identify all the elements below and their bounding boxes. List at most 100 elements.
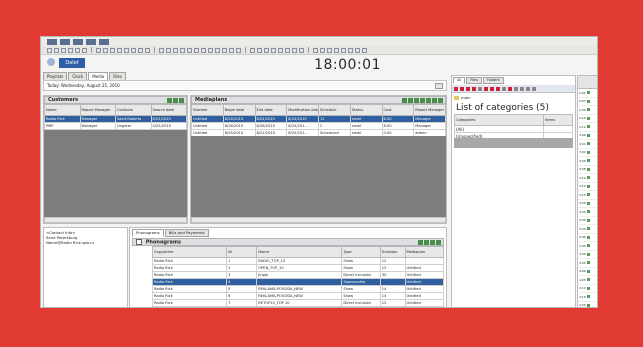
toolbar-button-icon[interactable] xyxy=(271,47,276,53)
column-header[interactable]: End date xyxy=(254,104,288,116)
list-item[interactable]: 3:50 xyxy=(578,251,597,259)
refresh-icon[interactable] xyxy=(438,98,443,103)
menu-item[interactable] xyxy=(47,38,57,45)
table-row[interactable]: Radio Rick 4 Sponsorship Untitled xyxy=(151,278,445,286)
menu-item[interactable] xyxy=(86,38,96,45)
column-header[interactable]: Name xyxy=(256,246,343,258)
toolbar-button-icon[interactable] xyxy=(194,47,199,53)
list-item[interactable]: 4:15 xyxy=(578,293,597,302)
toolbar-button-icon[interactable] xyxy=(341,47,346,53)
category-toolbar-icon[interactable] xyxy=(514,86,518,91)
category-toolbar-icon[interactable] xyxy=(502,86,506,91)
column-header[interactable]: Copywriter xyxy=(151,246,228,258)
tab-all[interactable]: All xyxy=(453,77,466,84)
add-customer-icon[interactable] xyxy=(167,98,172,103)
column-header[interactable]: Search date xyxy=(150,104,187,116)
toolbar-button-icon[interactable] xyxy=(75,47,80,53)
list-item[interactable]: 4:10 xyxy=(578,285,597,293)
toolbar-button-icon[interactable] xyxy=(222,47,227,53)
toolbar-button-icon[interactable] xyxy=(208,47,213,53)
category-toolbar-icon[interactable] xyxy=(478,86,482,91)
column-header[interactable]: Categories xyxy=(453,114,545,126)
list-item[interactable]: 4:05 xyxy=(578,276,597,285)
column-header[interactable]: Contacts xyxy=(115,104,152,116)
table-row[interactable]: Radio Rick 7 RETOP10_TOP 10 Direct inclusio… xyxy=(151,299,445,307)
toolbar-button-icon[interactable] xyxy=(355,47,360,53)
tab-folders[interactable]: Folders xyxy=(483,77,504,84)
toolbar-button-icon[interactable] xyxy=(362,47,367,53)
table-row[interactable]: Untitled 8/24/2010 8/24/2010 8/24/2010 1… xyxy=(191,115,446,123)
category-toolbar-icon[interactable] xyxy=(472,86,476,91)
delete-customer-icon[interactable] xyxy=(179,98,184,103)
list-item[interactable]: 3:35 xyxy=(578,225,597,234)
list-item[interactable]: 2:07 xyxy=(578,98,597,106)
tab-bills-and-payments[interactable]: Bills and Payments xyxy=(164,229,209,237)
list-item[interactable]: 3:45 xyxy=(578,242,597,251)
category-toolbar-icon[interactable] xyxy=(454,86,458,91)
toolbar-button-icon[interactable] xyxy=(257,47,262,53)
toolbar-button-icon[interactable] xyxy=(131,47,136,53)
table-row[interactable]: Radio Rick 2 OPEN_TOP_10 Show 12 Untitled xyxy=(151,264,445,272)
toolbar-button-icon[interactable] xyxy=(236,47,241,53)
table-row[interactable]: Radio Rick Manager Saint Roberts 8/25/20… xyxy=(44,115,187,123)
list-item[interactable]: 3:08 xyxy=(578,166,597,174)
add-phonogram-icon[interactable] xyxy=(418,240,423,245)
category-toolbar-icon[interactable] xyxy=(460,86,464,91)
menu-item[interactable] xyxy=(60,38,70,45)
column-header[interactable]: Status xyxy=(349,104,383,116)
toolbar-button-icon[interactable] xyxy=(54,47,59,53)
column-header[interactable]: Number xyxy=(191,104,224,116)
table-row[interactable]: Untitled 8/26/2010 8/26/2010 8/25/201...… xyxy=(191,122,446,130)
horizontal-scrollbar[interactable] xyxy=(44,217,187,223)
toolbar-button-icon[interactable] xyxy=(292,47,297,53)
toolbar-button-icon[interactable] xyxy=(250,47,255,53)
toolbar-button-icon[interactable] xyxy=(264,47,269,53)
table-row[interactable]: (All) xyxy=(453,125,573,133)
menu-item[interactable] xyxy=(99,38,109,45)
category-toolbar-icon[interactable] xyxy=(508,86,512,91)
column-header[interactable]: Report Manager xyxy=(79,104,116,116)
print-icon[interactable] xyxy=(426,98,431,103)
list-item[interactable]: 3:10 xyxy=(578,174,597,183)
toolbar-button-icon[interactable] xyxy=(320,47,325,53)
column-header[interactable]: Cost xyxy=(381,104,415,116)
list-item[interactable]: 3:15 xyxy=(578,191,597,200)
list-item[interactable]: 3:25 xyxy=(578,208,597,217)
toolbar-button-icon[interactable] xyxy=(166,47,171,53)
toolbar-button-icon[interactable] xyxy=(103,47,108,53)
toolbar-button-icon[interactable] xyxy=(215,47,220,53)
toolbar-button-icon[interactable] xyxy=(313,47,318,53)
column-header[interactable]: Modification date xyxy=(286,104,319,116)
phonograms-checkbox[interactable] xyxy=(136,239,142,245)
column-header[interactable]: Report Manager xyxy=(413,104,446,116)
toolbar-button-icon[interactable] xyxy=(229,47,234,53)
category-toolbar-icon[interactable] xyxy=(496,86,500,91)
toolbar-button-icon[interactable] xyxy=(278,47,283,53)
toolbar-button-icon[interactable] xyxy=(82,47,87,53)
tab-files[interactable]: Files xyxy=(466,77,483,84)
list-item[interactable]: 4:00 xyxy=(578,268,597,276)
toolbar-button-icon[interactable] xyxy=(173,47,178,53)
list-item[interactable]: 2:12 xyxy=(578,123,597,132)
column-header[interactable]: Begin date xyxy=(222,104,256,116)
column-header[interactable]: Items xyxy=(543,114,573,126)
edit-phonogram-icon[interactable] xyxy=(424,240,429,245)
table-row[interactable]: Radio Rick 5 REKLAMA-POGODA_NEW Show 14 Untit… xyxy=(151,285,445,293)
contact-email[interactable]: Name@Radio Rick.spb.ru xyxy=(46,240,125,245)
column-header[interactable]: Type xyxy=(341,246,381,258)
toolbar-button-icon[interactable] xyxy=(187,47,192,53)
category-toolbar-icon[interactable] xyxy=(484,86,488,91)
toolbar-button-icon[interactable] xyxy=(201,47,206,53)
column-header[interactable]: Mediaplan xyxy=(404,246,445,258)
column-header[interactable]: Duration xyxy=(379,246,406,258)
column-header[interactable]: Nr xyxy=(226,246,258,258)
toolbar-button-icon[interactable] xyxy=(117,47,122,53)
list-item[interactable]: 3:40 xyxy=(578,234,597,242)
list-item[interactable]: 3:05 xyxy=(578,157,597,166)
table-row[interactable]: Radio Rick 6 REKLAMA-POGODA_NEW Show 14 Untit… xyxy=(151,292,445,300)
folder-row[interactable]: main xyxy=(452,93,575,102)
copy-mediaplan-icon[interactable] xyxy=(414,98,419,103)
category-toolbar-icon[interactable] xyxy=(526,86,530,91)
toolbar-button-icon[interactable] xyxy=(124,47,129,53)
list-item[interactable]: 3:12 xyxy=(578,183,597,191)
